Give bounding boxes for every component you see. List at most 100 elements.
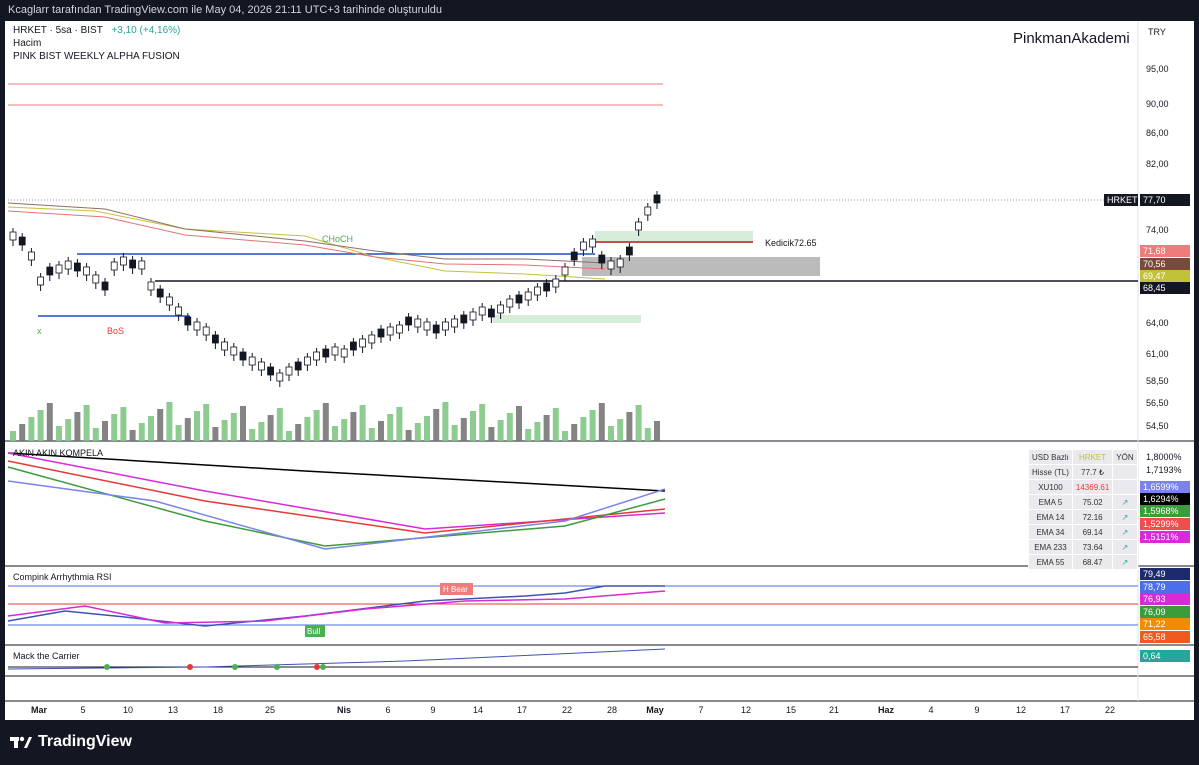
volume-bar <box>405 430 412 441</box>
volume-bar <box>387 414 394 441</box>
date-tick: 18 <box>212 705 224 715</box>
candle-body <box>267 366 275 376</box>
price-tick: 90,00 <box>1146 99 1169 109</box>
candle-body <box>589 238 596 248</box>
volume-bar <box>313 410 320 441</box>
table-cell: ↗ <box>1112 539 1138 555</box>
candle-body <box>469 311 477 321</box>
volume-bar <box>368 428 375 441</box>
table-row: EMA 34 69.14 ↗ <box>1028 524 1138 540</box>
candle-body <box>285 366 293 376</box>
date-tick: 12 <box>740 705 752 715</box>
date-tick: 4 <box>928 705 934 715</box>
date-tick: Haz <box>877 705 895 715</box>
candle-body <box>27 251 35 261</box>
publish-info: Kcaglarr tarafından TradingView.com ile … <box>0 0 1199 21</box>
volume-bar <box>203 404 210 441</box>
table-row: EMA 5 75.02 ↗ <box>1028 494 1138 510</box>
mack-dot <box>314 664 320 670</box>
volume-bar <box>608 426 614 441</box>
candle-body <box>64 260 72 270</box>
candle-body <box>524 291 532 301</box>
candle-body <box>386 326 394 336</box>
volume-bar <box>571 424 578 441</box>
candle-body <box>570 251 578 261</box>
candle-body <box>340 348 348 358</box>
candle-body <box>561 266 569 276</box>
volume-bar <box>19 424 26 441</box>
date-tick: 17 <box>516 705 528 715</box>
date-tick: 10 <box>122 705 134 715</box>
table-cell: EMA 233 <box>1028 539 1073 555</box>
table-cell: YÖN <box>1112 449 1138 465</box>
demand-zone <box>595 231 753 243</box>
candle-body <box>165 296 173 306</box>
volume-bar <box>65 419 72 441</box>
rsi-tag: 76,09 <box>1140 606 1190 618</box>
candle-body <box>83 266 90 276</box>
table-row: XU100 14369.61 <box>1028 479 1138 495</box>
candle-body <box>248 356 256 366</box>
candle-body <box>607 260 615 270</box>
price-tick: 82,00 <box>1146 159 1169 169</box>
mack-dot <box>187 664 193 670</box>
h-bear-label: H Bear <box>443 585 468 594</box>
volume-bar <box>617 419 624 441</box>
last-price-tag: 77,70 <box>1140 194 1190 206</box>
kompela-title: AKIN AKIN KOMPELA <box>13 448 104 458</box>
candle-body <box>129 259 136 269</box>
volume-bar <box>194 411 200 441</box>
footer-bar <box>0 720 1199 765</box>
table-cell: EMA 55 <box>1028 554 1073 570</box>
candle-body <box>211 334 219 344</box>
volume-bar <box>497 420 504 441</box>
tradingview-logo: TradingView <box>10 733 132 751</box>
volume-bar <box>414 423 421 441</box>
candle-body <box>543 282 550 292</box>
date-tick: Nis <box>336 705 352 715</box>
volume-bar <box>175 425 182 441</box>
volume-bar <box>378 421 384 441</box>
candle-body <box>101 281 109 291</box>
volume-bar <box>589 410 596 441</box>
price-tick: 58,50 <box>1146 376 1169 386</box>
symbol-change: +3,10 (+4,16%) <box>111 25 181 36</box>
candle-body <box>423 321 431 331</box>
candle-body <box>414 318 422 328</box>
price-tick: 54,50 <box>1146 421 1169 431</box>
volume-bar <box>433 409 440 441</box>
choch-label: CHoCH <box>322 234 353 244</box>
candle-body <box>175 306 183 316</box>
candle-body <box>230 346 238 356</box>
volume-bar <box>249 429 256 441</box>
date-tick: 13 <box>167 705 179 715</box>
volume-bar <box>83 405 90 441</box>
volume-bar <box>552 408 559 441</box>
volume-bar <box>240 406 246 441</box>
candle-body <box>221 341 229 351</box>
rsi-line <box>7 585 665 627</box>
table-row: EMA 233 73.64 ↗ <box>1028 539 1138 555</box>
volume-bar <box>442 402 449 441</box>
candle-body <box>37 276 44 286</box>
candle-body <box>377 328 385 338</box>
chart-canvas[interactable]: CHoCH BoS x Kedicik72.65 H Bear Bull <box>5 21 1194 720</box>
candle-body <box>653 194 661 204</box>
table-cell: 14369.61 <box>1071 479 1114 495</box>
kompela-tag: 1,5968% <box>1140 505 1190 517</box>
candle-body <box>294 361 302 371</box>
volume-bar <box>470 411 476 441</box>
tradingview-icon <box>10 736 32 748</box>
date-tick: 22 <box>1104 705 1116 715</box>
kompela-line <box>7 466 666 547</box>
kompela-tick: 1,8000% <box>1146 452 1182 462</box>
table-cell: XU100 <box>1028 479 1073 495</box>
volume-bar <box>626 412 633 441</box>
rsi-tag: 76,93 <box>1140 593 1190 605</box>
chart-frame: CHoCH BoS x Kedicik72.65 H Bear Bull HRKET · … <box>5 21 1194 720</box>
volume-bar <box>396 407 403 441</box>
table-cell: 72.16 <box>1071 509 1114 525</box>
candle-body <box>147 281 155 291</box>
kompela-tag: 1,5299% <box>1140 518 1190 530</box>
rsi-tag: 71,22 <box>1140 618 1190 630</box>
